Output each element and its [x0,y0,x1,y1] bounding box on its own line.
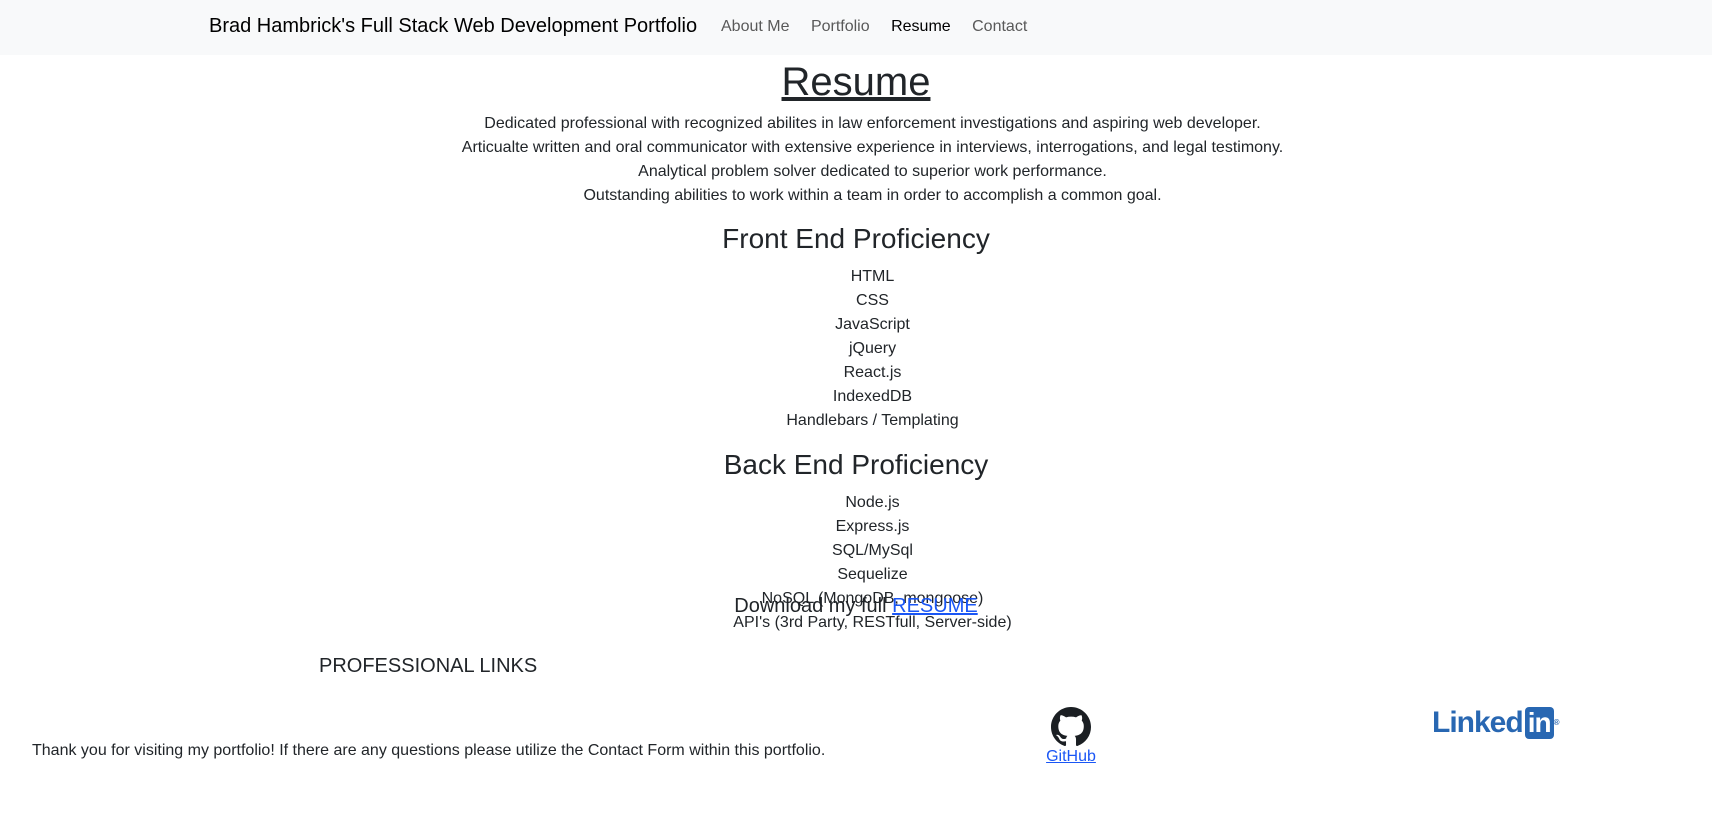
download-text: Download my full [734,595,893,617]
skill-item: jQuery [848,340,897,357]
summary-line: Dedicated professional with recognized a… [484,115,1261,132]
back-end-heading: Back End Proficiency [723,449,989,480]
download-resume: Download my full RESUME [0,593,1712,619]
skill-item: JavaScript [835,316,910,333]
skill-item: Express.js [835,518,910,535]
summary-line: Analytical problem solver dedicated to s… [638,163,1107,180]
nav-link-portfolio[interactable]: Portfolio [811,18,870,36]
front-end-list: HTML CSS JavaScript jQuery React.js Inde… [0,265,1712,433]
linkedin-reg-mark: ® [1553,718,1560,727]
summary-line: Outstanding abilities to work within a t… [583,187,1162,204]
skill-item: IndexedDB [832,388,913,405]
resume-summary: Dedicated professional with recognized a… [0,112,1712,208]
github-label: GitHub [1046,748,1096,765]
skill-item: Node.js [845,494,900,511]
skill-item: HTML [850,268,895,285]
skill-item: Handlebars / Templating [786,412,959,429]
navbar-brand[interactable]: Brad Hambrick's Full Stack Web Developme… [209,15,697,38]
nav-link-about-me[interactable]: About Me [721,18,789,36]
resume-download-link[interactable]: RESUME [892,595,978,617]
linkedin-link[interactable]: Linked in ® [1432,706,1560,740]
linkedin-logo-text: Linked [1432,706,1524,739]
github-link[interactable]: GitHub [1044,707,1098,766]
front-end-heading: Front End Proficiency [722,223,990,254]
footer-text: Thank you for visiting my portfolio! If … [32,742,826,759]
nav-links: About Me Portfolio Resume Contact [721,18,1044,36]
navbar: Brad Hambrick's Full Stack Web Developme… [0,0,1712,55]
github-icon [1051,707,1091,747]
nav-link-contact[interactable]: Contact [972,18,1027,36]
footer-title: PROFESSIONAL LINKS [319,655,538,677]
summary-line: Articualte written and oral communicator… [461,139,1284,156]
skill-item: React.js [843,364,902,381]
page-title: Resume [781,60,931,104]
skill-item: Sequelize [837,566,908,583]
skill-item: SQL/MySql [832,542,913,559]
skill-item: CSS [856,292,889,309]
linkedin-logo-box: in [1524,707,1554,739]
nav-link-resume[interactable]: Resume [891,18,951,36]
